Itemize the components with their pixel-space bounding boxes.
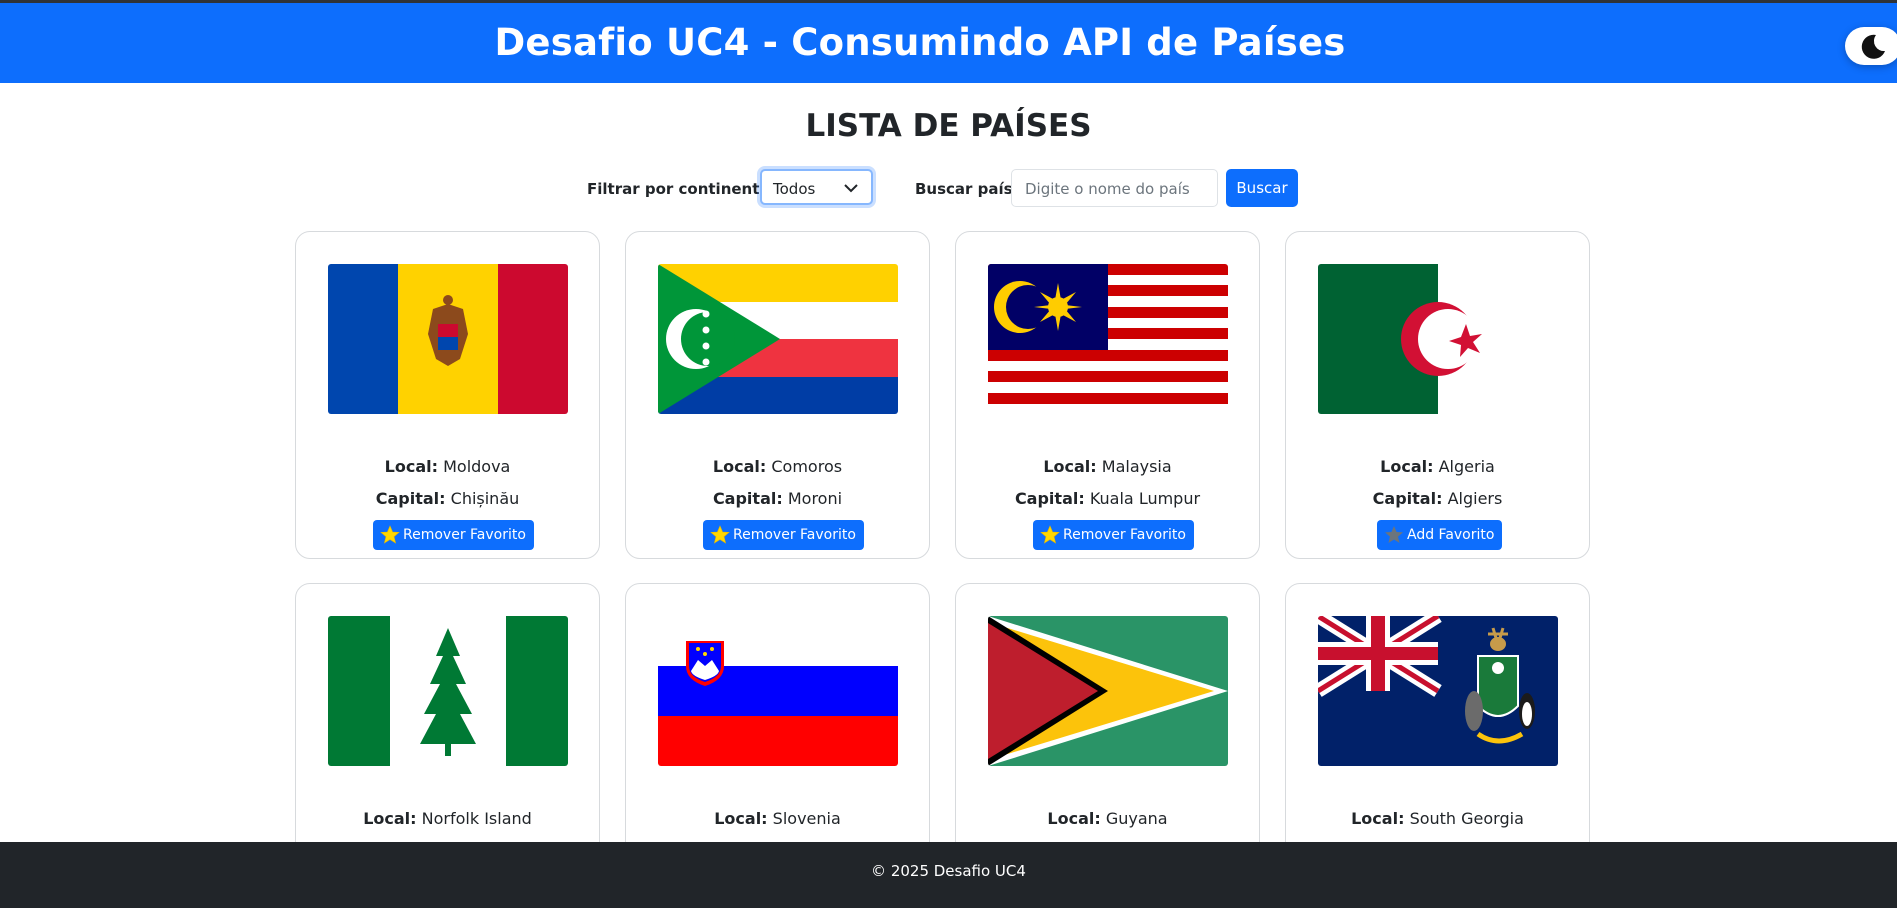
local-label: Local: [384,457,438,476]
filters-bar: Filtrar por continente: Todos Buscar paí… [0,169,1897,209]
flag-image-norfolk-island [328,616,568,766]
country-card: Local: Slovenia [625,583,930,883]
flag-image-moldova [328,264,568,414]
country-capital: Algiers [1447,489,1503,508]
country-card: Local: Moldova Capital: Chișinău Remover… [295,231,600,559]
continent-select-value: Todos [773,180,816,198]
star-icon [1385,526,1403,543]
local-label: Local: [1043,457,1097,476]
flag-image-slovenia [658,616,898,766]
local-label: Local: [714,809,768,828]
country-card: Local: South Georgia [1285,583,1590,883]
capital-label: Capital: [1014,489,1085,508]
country-name: Comoros [771,457,843,476]
country-capital: Chișinău [450,489,520,508]
capital-label: Capital: [712,489,783,508]
flag-image-malaysia [988,264,1228,414]
footer-text: © 2025 Desafio UC4 [871,862,1026,880]
country-name: South Georgia [1409,809,1524,828]
country-card: Local: Guyana [955,583,1260,883]
remove-favorite-button[interactable]: Remover Favorito [703,520,864,550]
star-icon [380,525,400,544]
country-card: Local: Comoros Capital: Moroni Remover F… [625,231,930,559]
country-name: Guyana [1105,809,1168,828]
star-icon [710,525,730,544]
remove-favorite-button[interactable]: Remover Favorito [373,520,534,550]
flag-image-guyana [988,616,1228,766]
page-footer: © 2025 Desafio UC4 [0,842,1897,908]
country-name: Norfolk Island [421,809,532,828]
continent-filter-label: Filtrar por continente: [587,180,776,198]
country-card: Local: Algeria Capital: Algiers Add Favo… [1285,231,1590,559]
local-label: Local: [363,809,417,828]
country-name: Malaysia [1101,457,1172,476]
flag-image-comoros [658,264,898,414]
local-label: Local: [1047,809,1101,828]
continent-select[interactable]: Todos [760,169,873,205]
country-name: Algeria [1438,457,1495,476]
local-label: Local: [1351,809,1405,828]
search-button[interactable]: Buscar [1226,169,1298,207]
flag-image-algeria [1318,264,1558,414]
app-header: Desafio UC4 - Consumindo API de Países [0,0,1897,83]
search-input[interactable]: Digite o nome do país [1011,169,1218,207]
moon-icon [1861,34,1885,59]
flag-image-south-georgia [1318,616,1558,766]
capital-label: Capital: [375,489,446,508]
add-favorite-button[interactable]: Add Favorito [1377,520,1503,550]
country-card: Local: Norfolk Island [295,583,600,883]
country-name: Moldova [443,457,511,476]
chevron-down-icon [844,184,858,193]
search-placeholder: Digite o nome do país [1025,180,1190,198]
page-title: LISTA DE PAÍSES [805,108,1092,144]
country-name: Slovenia [772,809,841,828]
app-title: Desafio UC4 - Consumindo API de Países [494,21,1346,64]
local-label: Local: [1380,457,1434,476]
country-capital: Moroni [787,489,843,508]
capital-label: Capital: [1372,489,1443,508]
theme-toggle-button[interactable] [1845,27,1897,65]
search-label: Buscar país: [915,180,1019,198]
country-card: Local: Malaysia Capital: Kuala Lumpur Re… [955,231,1260,559]
star-icon [1040,525,1060,544]
local-label: Local: [712,457,767,476]
country-capital: Kuala Lumpur [1089,489,1201,508]
remove-favorite-button[interactable]: Remover Favorito [1033,520,1194,550]
